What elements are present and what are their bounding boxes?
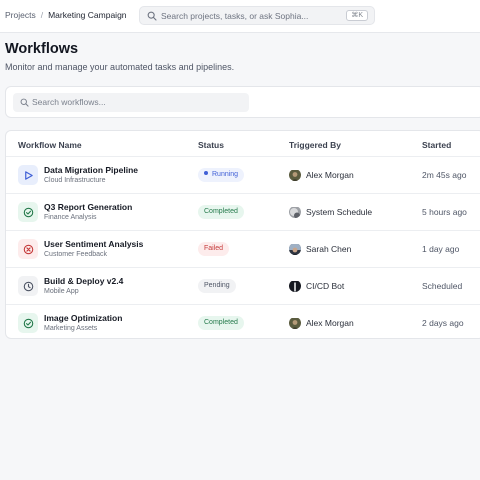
filter-bar: Search workflows... [5, 86, 480, 118]
row-icon-container [18, 165, 38, 185]
row-icon-container [18, 276, 38, 296]
status-label: Completed [204, 319, 238, 326]
breadcrumb-projects-link[interactable]: Projects [5, 10, 36, 20]
column-header-name[interactable]: Workflow Name [18, 140, 82, 150]
status-label: Pending [204, 282, 230, 289]
row-icon-container [18, 313, 38, 333]
table-row[interactable]: Data Migration Pipeline Cloud Infrastruc… [6, 157, 480, 194]
workflow-name: Build & Deploy v2.4 [44, 276, 124, 286]
check-circle-icon [23, 207, 33, 217]
started-time: Scheduled [422, 281, 463, 291]
status-badge: Pending [198, 279, 236, 293]
table-row[interactable]: Q3 Report Generation Finance Analysis Co… [6, 194, 480, 231]
workflow-name: Q3 Report Generation [44, 202, 133, 212]
shortcut-badge: ⌘K [346, 10, 368, 21]
status-dot [204, 171, 208, 175]
workflows-table: Workflow Name Status Triggered By Starte… [5, 130, 480, 339]
status-badge: Failed [198, 242, 230, 256]
triggered-by: Alex Morgan [306, 170, 354, 180]
workflow-project: Mobile App [44, 288, 79, 295]
workflow-project: Marketing Assets [44, 325, 98, 332]
workflow-project: Customer Feedback [44, 251, 108, 258]
avatar [289, 169, 301, 181]
workflow-search-input[interactable]: Search workflows... [13, 93, 249, 112]
triggered-by: System Schedule [306, 207, 373, 217]
column-header-started[interactable]: Started [422, 140, 451, 150]
top-bar: Projects / Marketing Campaign Search proje… [0, 0, 480, 33]
row-icon-container [18, 202, 38, 222]
table-row[interactable]: Image Optimization Marketing Assets Comp… [6, 305, 480, 338]
page-subtitle: Monitor and manage your automated tasks … [5, 62, 235, 72]
workflow-name: User Sentiment Analysis [44, 239, 144, 249]
breadcrumb-current: Marketing Campaign [48, 10, 127, 20]
workflow-project: Cloud Infrastructure [44, 177, 106, 184]
started-time: 1 day ago [422, 244, 460, 254]
status-label: Failed [204, 245, 224, 252]
global-search-input[interactable]: Search projects, tasks, or ask Sophia...… [139, 6, 375, 25]
started-time: 5 hours ago [422, 207, 467, 217]
breadcrumb-separator: / [40, 10, 44, 20]
workflow-name: Image Optimization [44, 313, 123, 323]
avatar [289, 280, 301, 292]
check-circle-icon [23, 318, 33, 328]
search-icon [147, 11, 157, 21]
clock-icon [23, 281, 33, 291]
row-icon-container [18, 239, 38, 259]
workflow-project: Finance Analysis [44, 214, 97, 221]
workflow-name: Data Migration Pipeline [44, 165, 138, 175]
started-time: 2 days ago [422, 318, 464, 328]
triggered-by: Alex Morgan [306, 318, 354, 328]
table-header: Workflow Name Status Triggered By Starte… [6, 131, 480, 157]
page-title: Workflows [5, 41, 79, 57]
workflow-search-placeholder: Search workflows... [32, 97, 106, 107]
avatar [289, 206, 301, 218]
triggered-by: Sarah Chen [306, 244, 352, 254]
x-circle-icon [23, 244, 33, 254]
status-badge: Completed [198, 205, 244, 219]
status-label: Completed [204, 208, 238, 215]
status-badge: Completed [198, 316, 244, 330]
breadcrumb: Projects / Marketing Campaign [5, 10, 127, 20]
table-row[interactable]: User Sentiment Analysis Customer Feedbac… [6, 231, 480, 268]
search-icon [20, 98, 29, 107]
triggered-by: CI/CD Bot [306, 281, 345, 291]
table-row[interactable]: Build & Deploy v2.4 Mobile App Pending C… [6, 268, 480, 305]
column-header-triggered-by[interactable]: Triggered By [289, 140, 341, 150]
global-search-placeholder: Search projects, tasks, or ask Sophia... [161, 11, 309, 21]
play-icon [24, 170, 33, 180]
avatar [289, 317, 301, 329]
status-label: Running [212, 171, 239, 178]
avatar [289, 243, 301, 255]
status-badge: Running [198, 168, 245, 182]
started-time: 2m 45s ago [422, 170, 467, 180]
column-header-status[interactable]: Status [198, 140, 224, 150]
